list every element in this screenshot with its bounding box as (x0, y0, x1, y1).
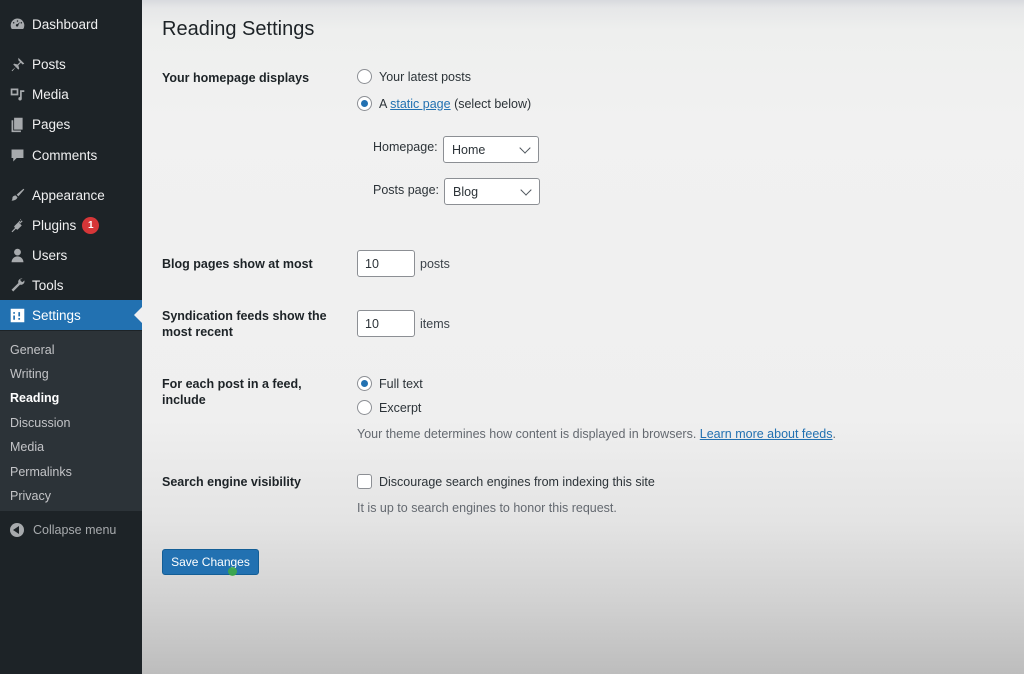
search-visibility-label: Search engine visibility (162, 475, 301, 489)
radio-latest-posts-input[interactable] (357, 69, 372, 84)
sidebar-item-label: Pages (32, 116, 71, 132)
submenu-item-privacy[interactable]: Privacy (10, 489, 51, 503)
submenu-item-discussion[interactable]: Discussion (10, 416, 70, 430)
posts-page-select[interactable]: Blog (444, 178, 540, 205)
pages-icon (7, 114, 27, 134)
sidebar-item-label: Dashboard (32, 16, 99, 32)
settings-icon (7, 305, 27, 325)
plugin-icon (7, 215, 27, 235)
sidebar-item-label: Media (32, 86, 69, 102)
submenu-item-reading[interactable]: Reading (10, 391, 59, 405)
search-visibility-description: It is up to search engines to honor this… (357, 501, 617, 515)
radio-static-page[interactable]: A static page (select below) (357, 96, 531, 111)
sidebar-item-label: Tools (32, 277, 64, 293)
submenu-item-general[interactable]: General (10, 343, 54, 357)
homepage-select-value: Home (452, 142, 486, 157)
radio-full-text[interactable]: Full text (357, 376, 423, 391)
chevron-down-icon (520, 184, 532, 196)
radio-latest-posts-label: Your latest posts (379, 69, 471, 84)
sidebar-item-plugins[interactable]: Plugins 1 (0, 210, 142, 240)
syndication-unit: items (420, 317, 450, 331)
posts-page-select-value: Blog (453, 184, 479, 199)
save-changes-button[interactable]: Save Changes (162, 549, 259, 575)
pin-icon (7, 54, 27, 74)
sidebar-item-pages[interactable]: Pages (0, 109, 142, 139)
homepage-select[interactable]: Home (443, 136, 539, 163)
posts-page-select-label: Posts page: (373, 183, 440, 197)
radio-latest-posts[interactable]: Your latest posts (357, 69, 471, 84)
user-icon (7, 245, 27, 265)
learn-more-feeds-link[interactable]: Learn more about feeds (700, 427, 833, 441)
sidebar-item-label: Settings (32, 307, 81, 323)
sidebar-item-comments[interactable]: Comments (0, 140, 142, 170)
sidebar-item-media[interactable]: Media (0, 79, 142, 109)
sidebar-item-label: Appearance (32, 187, 105, 203)
submenu-item-media[interactable]: Media (10, 440, 44, 454)
sidebar-item-dashboard[interactable]: Dashboard (0, 9, 142, 39)
discourage-search-label: Discourage search engines from indexing … (379, 474, 655, 489)
chevron-down-icon (519, 142, 531, 154)
collapse-arrow-icon (10, 523, 24, 537)
submenu-item-writing[interactable]: Writing (10, 367, 49, 381)
sidebar-item-label: Posts (32, 56, 66, 72)
radio-full-text-label: Full text (379, 376, 423, 391)
sidebar-item-tools[interactable]: Tools (0, 270, 142, 300)
sidebar-item-users[interactable]: Users (0, 240, 142, 270)
sidebar-item-label: Users (32, 247, 68, 263)
radio-static-page-input[interactable] (357, 96, 372, 111)
radio-excerpt-label: Excerpt (379, 400, 422, 415)
sidebar-item-label: Comments (32, 147, 98, 163)
homepage-select-label: Homepage: (373, 140, 438, 154)
page-title: Reading Settings (162, 18, 315, 40)
discourage-search-checkbox-row[interactable]: Discourage search engines from indexing … (357, 474, 655, 489)
feed-description-suffix: . (832, 427, 836, 441)
sidebar-item-posts[interactable]: Posts (0, 49, 142, 79)
radio-static-page-prefix: A (379, 96, 391, 111)
syndication-label: Syndication feeds show the most recent (162, 309, 327, 339)
sidebar-item-label: Plugins (32, 217, 77, 233)
brush-icon (7, 185, 27, 205)
feed-description: Your theme determines how content is dis… (357, 427, 836, 441)
cursor-indicator (228, 567, 237, 576)
comment-icon (7, 145, 27, 165)
feed-include-label: For each post in a feed, include (162, 377, 302, 407)
sidebar-item-settings[interactable]: Settings (0, 300, 142, 330)
main-content: Reading Settings Your homepage displays … (142, 0, 1024, 674)
sidebar-item-appearance[interactable]: Appearance (0, 180, 142, 210)
homepage-displays-label: Your homepage displays (162, 71, 310, 85)
blog-pages-label: Blog pages show at most (162, 257, 313, 271)
plugin-update-badge: 1 (82, 216, 100, 234)
settings-submenu: General Writing Reading Discussion Media… (0, 331, 142, 511)
discourage-search-checkbox[interactable] (357, 474, 372, 489)
radio-full-text-input[interactable] (357, 376, 372, 391)
feed-description-text: Your theme determines how content is dis… (357, 427, 700, 441)
submenu-item-permalinks[interactable]: Permalinks (10, 465, 72, 479)
dashboard-icon (7, 14, 27, 34)
radio-excerpt-input[interactable] (357, 400, 372, 415)
collapse-menu-button[interactable]: Collapse menu (0, 516, 142, 544)
wrench-icon (7, 275, 27, 295)
syndication-input[interactable] (357, 310, 415, 337)
blog-pages-unit: posts (420, 257, 450, 271)
radio-static-page-suffix: (select below) (450, 96, 532, 111)
static-page-link[interactable]: static page (390, 97, 450, 111)
media-icon (7, 84, 27, 104)
blog-pages-input[interactable] (357, 250, 415, 277)
collapse-menu-label: Collapse menu (33, 523, 117, 537)
radio-excerpt[interactable]: Excerpt (357, 400, 421, 415)
admin-sidebar: Dashboard Posts Media Pages Comments App… (0, 0, 142, 674)
